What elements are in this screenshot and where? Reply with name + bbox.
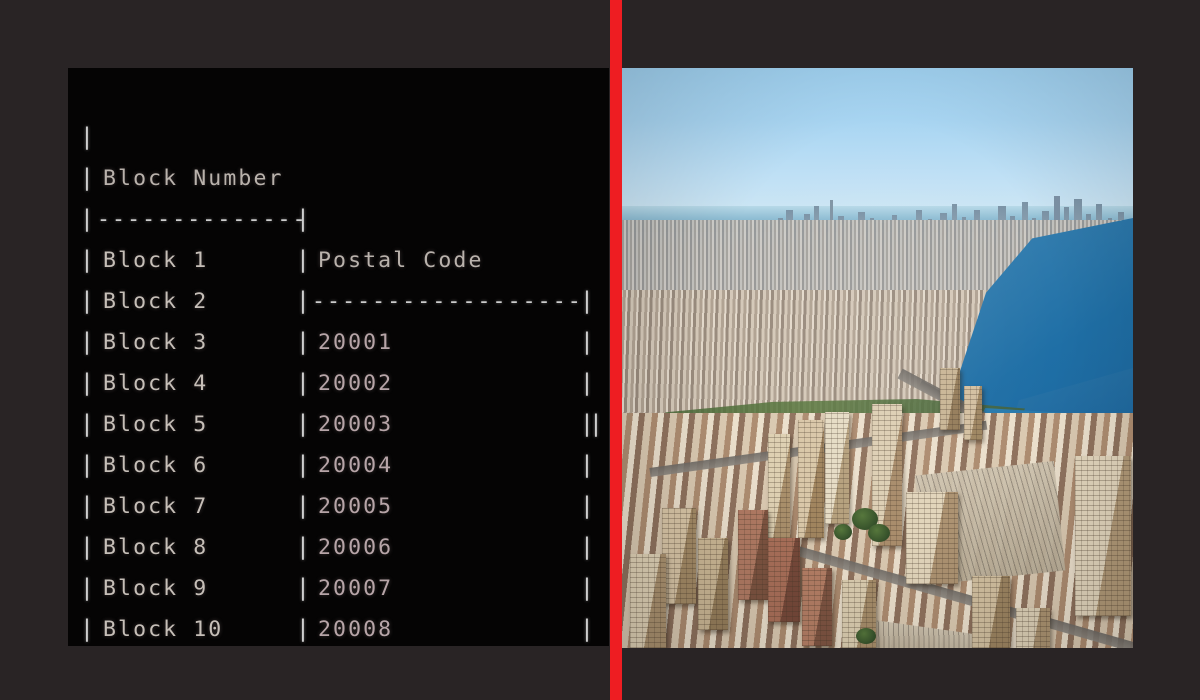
- aerial-cityscape-photo: [620, 68, 1133, 648]
- tower-building: [964, 386, 982, 440]
- table-header-row: | Block Number | Postal Code |: [68, 76, 609, 314]
- tower-building: [738, 510, 768, 600]
- tower-building: [906, 492, 958, 584]
- tree: [834, 524, 852, 540]
- tower-building: [768, 434, 790, 538]
- tower-building: [662, 508, 696, 604]
- red-divider: [610, 0, 622, 700]
- tower-building: [768, 538, 800, 622]
- table-row: | Block 2 | 20002 |: [68, 199, 609, 437]
- screenshot-root: | Block Number | Postal Code | | -------…: [0, 0, 1200, 700]
- table-row: | Block 12 | 20012 |: [68, 609, 609, 646]
- table-row: | Block 8 | 20008 |: [68, 445, 609, 642]
- tower-building: [940, 368, 960, 430]
- tower-building: [630, 554, 666, 648]
- table-row: | Block 9 | 20009 |: [68, 486, 609, 642]
- tree: [856, 628, 876, 644]
- tower-building: [1016, 608, 1050, 648]
- tower-building: [1075, 456, 1131, 616]
- terminal-output: | Block Number | Postal Code | | -------…: [68, 68, 609, 646]
- table-row: | Block 4 | 20004 |: [68, 281, 609, 519]
- tower-building: [798, 420, 824, 538]
- table-row: | Block 6 | 20006 |: [68, 363, 609, 601]
- table-row: | Block 5 | 20005 |: [68, 322, 609, 560]
- tower-building: [698, 538, 728, 630]
- table-row: | Block 3 | 20003 |: [68, 240, 609, 478]
- tower-building: [825, 412, 849, 524]
- table-row: | Block 10 | 20010 |: [68, 527, 609, 642]
- table-row: | Block 7 | 20007 |: [68, 404, 609, 642]
- terminal-panel[interactable]: | Block Number | Postal Code | | -------…: [68, 68, 609, 646]
- tower-building: [802, 568, 832, 646]
- table-separator-row: | -------------- | ------------------ |: [68, 117, 609, 355]
- table-row: | Block 1 | 20001 | |: [68, 158, 609, 437]
- tree: [868, 524, 890, 542]
- table-row: | Block 11 | 20011 |: [68, 568, 609, 642]
- tower-building: [972, 576, 1010, 648]
